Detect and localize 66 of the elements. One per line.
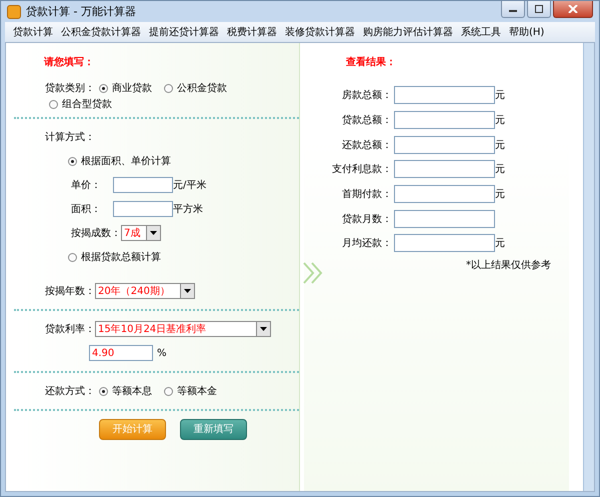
maximize-button[interactable] [527,1,551,18]
output-field[interactable] [394,210,495,228]
output-field[interactable] [394,111,495,130]
menu-item[interactable]: 购房能力评估计算器 [359,25,457,39]
close-button[interactable] [553,1,593,18]
unit-label: 元 [495,89,505,102]
output-field[interactable] [394,136,495,154]
dropdown[interactable]: 20年（240期） [95,283,195,299]
radio-button[interactable]: 等额本金 [164,384,217,398]
input-field[interactable] [113,177,173,193]
close-icon [568,5,578,13]
output-field[interactable] [394,234,495,252]
radio-button[interactable]: 根据面积、单价计算 [68,154,171,168]
unit-label: 元/平米 [173,178,206,192]
caret-icon [150,231,157,235]
field-label: 月均还款： [341,237,393,250]
radio-button[interactable]: 根据贷款总额计算 [68,250,161,264]
field-label: 贷款类别： [45,82,95,95]
dropdown[interactable]: 7成 [121,225,161,241]
unit-label: 元 [495,138,505,152]
field-label: 贷款总额： [341,114,393,128]
maximize-icon [534,5,544,13]
chevron-icon [302,261,324,285]
field-label: 面积： [71,203,102,216]
section-heading: 请您填写： [44,56,95,70]
menu-item[interactable]: 提前还贷计算器 [145,25,223,39]
radio-button[interactable]: 等额本息 [99,384,152,398]
menu-item[interactable]: 装修贷款计算器 [281,25,359,39]
unit-label: 元 [495,237,505,250]
field-label: 贷款利率： [45,322,95,336]
field-label: 单价： [71,178,102,192]
field-label: 首期付款： [341,188,393,202]
menu-item[interactable]: 系统工具 [457,25,505,39]
menu-item[interactable]: 帮助(H) [505,25,548,39]
app-icon [7,4,21,18]
radio-button[interactable]: 商业贷款 [99,81,152,95]
caret-icon [260,327,267,331]
field-label: 还款总额： [341,138,393,152]
field-label: 支付利息款： [331,162,393,176]
field-label: 还款方式： [45,384,95,398]
field-label: 计算方式： [45,130,95,144]
field-label: 按揭年数： [45,284,95,298]
field-label: 按揭成数： [71,226,121,240]
unit-label: 元 [495,163,505,176]
field-label: 房款总额： [341,88,393,102]
field-label: 贷款月数： [341,212,393,226]
menu-item[interactable]: 公积金贷款计算器 [57,25,145,39]
unit-label: 平方米 [173,202,203,216]
section-heading: 查看结果： [346,56,397,70]
output-field[interactable] [394,160,495,178]
dropdown[interactable]: 15年10月24日基准利率 [95,321,271,337]
radio-button[interactable]: 组合型贷款 [49,97,112,111]
output-field[interactable] [394,86,495,104]
window-title: 贷款计算 - 万能计算器 [26,4,137,19]
menu-item[interactable]: 贷款计算 [9,25,57,39]
minimize-button[interactable] [501,1,525,18]
rate-field[interactable]: 4.90 [89,345,153,361]
caret-icon [184,289,191,293]
footnote: *以上结果仅供参考 [466,258,552,272]
unit-label: 元 [495,114,505,128]
input-field[interactable] [113,201,173,217]
output-field[interactable] [394,185,495,204]
radio-button[interactable]: 公积金贷款 [164,81,227,95]
menu-item[interactable]: 税费计算器 [223,25,281,39]
unit-label: 元 [495,188,505,202]
unit-label: % [157,348,167,358]
